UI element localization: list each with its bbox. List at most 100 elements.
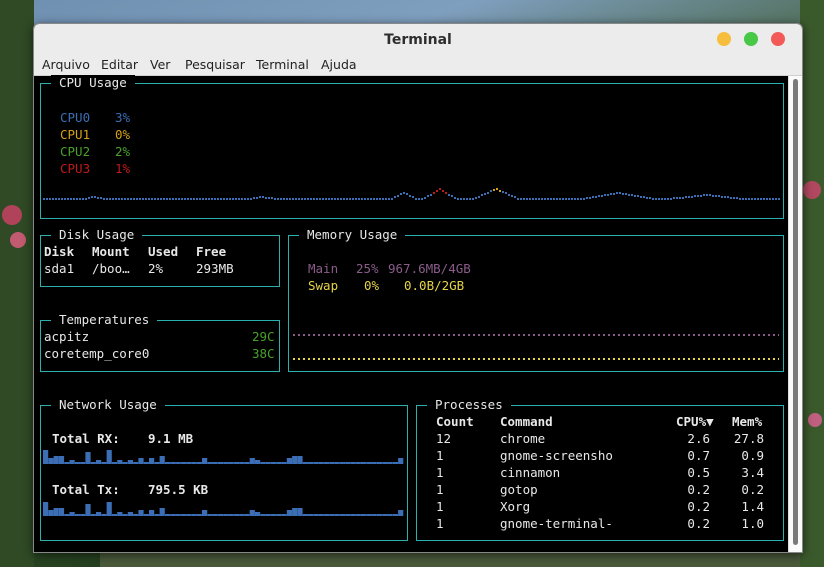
- cpu-graph-dot: [472, 198, 474, 200]
- cpu-graph-dot: [556, 198, 558, 200]
- cpu-graph-dot: [550, 198, 552, 200]
- rx-graph-bar: [106, 450, 112, 464]
- maximize-button[interactable]: [744, 32, 758, 46]
- cpu-graph-dot: [334, 198, 336, 200]
- mem-swap-pct: 0%: [364, 278, 380, 293]
- cpu-graph-dot: [235, 198, 237, 200]
- cpu-graph-dot: [274, 198, 276, 200]
- proc-command: gnome-screensho: [500, 448, 613, 463]
- scrollbar[interactable]: [788, 76, 802, 552]
- cpu-graph-dot: [436, 190, 438, 192]
- cpu-graph-dot: [541, 198, 543, 200]
- cpu-graph-dot: [217, 198, 219, 200]
- cpu-graph-dot: [343, 198, 345, 200]
- cpu-graph-dot: [775, 198, 777, 200]
- cpu-graph-dot: [772, 198, 774, 200]
- cpu-graph-dot: [637, 195, 639, 197]
- menu-ver[interactable]: Ver: [150, 57, 170, 72]
- minimize-button[interactable]: [717, 32, 731, 46]
- cpu-graph-dot: [502, 191, 504, 193]
- cpu-graph-dot: [469, 198, 471, 200]
- rx-graph-bar: [127, 460, 133, 464]
- cpu-graph-dot: [124, 198, 126, 200]
- menu-editar[interactable]: Editar: [101, 57, 138, 72]
- cpu-graph-dot: [490, 190, 492, 192]
- cpu-graph-dot: [505, 192, 507, 194]
- cpu-graph-dot: [769, 198, 771, 200]
- cpu-graph-dot: [142, 198, 144, 200]
- cpu-graph-dot: [724, 196, 726, 198]
- cpu-graph-dot: [127, 198, 129, 200]
- proc-header-count[interactable]: Count: [436, 414, 474, 430]
- cpu-graph-dot: [178, 198, 180, 200]
- cpu-graph-dot: [718, 195, 720, 197]
- cpu-graph-dot: [715, 195, 717, 197]
- menu-ajuda[interactable]: Ajuda: [321, 57, 357, 72]
- cpu2-label: CPU2: [60, 144, 91, 159]
- cpu-graph-dot: [478, 196, 480, 198]
- proc-header-mem[interactable]: Mem%: [732, 414, 762, 430]
- proc-mem: 1.0: [741, 516, 764, 531]
- disk-header-mount: Mount: [92, 244, 130, 259]
- rx-graph-bar: [159, 456, 165, 464]
- proc-cpu: 2.6: [687, 431, 710, 446]
- cpu-graph-dot: [646, 197, 648, 199]
- rx-graph-bar: [164, 462, 171, 464]
- tx-graph-bar: [302, 514, 308, 516]
- tx-graph-bar: [265, 514, 271, 516]
- proc-header-command[interactable]: Command: [500, 414, 553, 430]
- cpu1-label: CPU1: [60, 127, 91, 142]
- cpu-graph-dot: [736, 197, 738, 199]
- cpu-graph-dot: [49, 198, 51, 200]
- cpu-graph-dot: [586, 197, 588, 199]
- proc-header-cpu[interactable]: CPU%▼: [676, 414, 714, 430]
- proc-count: 1: [436, 516, 444, 531]
- scrollbar-thumb[interactable]: [793, 79, 798, 545]
- cpu-graph-dot: [481, 194, 483, 196]
- menu-pesquisar[interactable]: Pesquisar: [185, 57, 245, 72]
- proc-cpu: 0.5: [687, 465, 710, 480]
- net-rx-value: 9.1 MB: [148, 431, 194, 446]
- tx-graph-bar: [80, 514, 86, 516]
- tx-graph-bar: [249, 510, 255, 516]
- cpu-graph-dot: [778, 198, 780, 200]
- cpu-graph-dot: [517, 198, 519, 200]
- rx-graph-bar: [244, 462, 250, 464]
- cpu-graph-dot: [220, 198, 222, 200]
- cpu-graph-dot: [508, 194, 510, 196]
- cpu-graph-dot: [325, 198, 327, 200]
- cpu-graph-dot: [745, 198, 747, 200]
- net-tx-graph: [43, 502, 404, 516]
- cpu-graph-dot: [256, 197, 258, 199]
- close-button[interactable]: [771, 32, 785, 46]
- rx-graph-bar: [366, 462, 372, 464]
- menu-terminal[interactable]: Terminal: [256, 57, 309, 72]
- cpu-graph-dot: [106, 198, 108, 200]
- rx-graph-bar: [318, 462, 324, 464]
- proc-mem: 0.2: [741, 482, 764, 497]
- menu-arquivo[interactable]: Arquivo: [42, 57, 90, 72]
- temp-core0-label: coretemp_core0: [44, 346, 150, 361]
- cpu-graph-dot: [424, 197, 426, 199]
- terminal-area[interactable]: CPU Usage CPU0 3% CPU1 0% CPU2 2% CPU3 1…: [34, 75, 789, 552]
- cpu-graph-dot: [157, 198, 159, 200]
- cpu-graph-dot: [415, 198, 417, 200]
- cpu-graph-dot: [583, 198, 585, 200]
- tx-graph-bar: [260, 514, 266, 516]
- mem-main-pct: 25%: [356, 261, 379, 276]
- rx-graph-bar: [186, 462, 192, 464]
- rx-graph-bar: [101, 462, 107, 464]
- tx-graph-bar: [239, 514, 245, 516]
- cpu-graph-dot: [706, 194, 708, 196]
- net-tx-label: Total Tx:: [52, 482, 120, 497]
- cpu-graph-dot: [361, 198, 363, 200]
- cpu-graph-dot: [409, 195, 411, 197]
- rx-graph-bar: [122, 462, 128, 464]
- rx-graph-bar: [96, 460, 102, 464]
- rx-graph-bar: [281, 462, 287, 464]
- rx-graph-bar: [53, 456, 59, 464]
- cpu-graph-dot: [133, 198, 135, 200]
- window-title: Terminal: [384, 32, 452, 48]
- rx-graph-bar: [175, 462, 181, 464]
- cpu-graph-dot: [250, 198, 252, 200]
